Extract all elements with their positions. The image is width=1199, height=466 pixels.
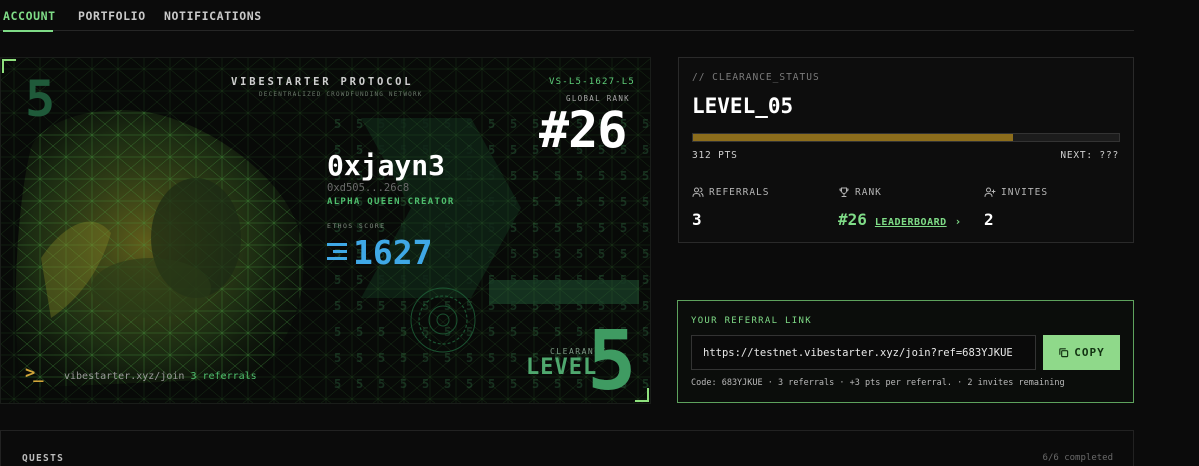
stat-rank: RANK #26 LEADERBOARD › <box>838 186 962 230</box>
clearance-next-level: NEXT: ??? <box>1060 150 1119 161</box>
clearance-status-label: // CLEARANCE_STATUS <box>692 72 820 83</box>
card-protocol-subtitle: DECENTRALIZED CROWDFUNDING NETWORK <box>259 91 423 98</box>
card-corner-bottom-right <box>635 388 649 402</box>
card-corner-top-left <box>2 59 16 73</box>
card-rank-value: #26 <box>539 101 627 159</box>
card-footer-link: vibestarter.xyz/join <box>64 371 185 382</box>
card-role: ALPHA QUEEN CREATOR <box>327 197 455 207</box>
referral-link-panel: YOUR REFERRAL LINK COPY Code: 683YJKUE ·… <box>677 300 1134 403</box>
copy-button[interactable]: COPY <box>1043 335 1120 370</box>
quests-completed-count: 6/6 completed <box>1042 453 1113 463</box>
card-protocol-title: VIBESTARTER PROTOCOL <box>231 76 414 88</box>
stat-invites: INVITES 2 <box>984 186 1049 230</box>
copy-button-label: COPY <box>1074 346 1105 359</box>
stat-referrals-label: REFERRALS <box>709 186 770 198</box>
tab-notifications[interactable]: NOTIFICATIONS <box>164 0 262 31</box>
card-handle: 0xjayn3 <box>327 149 446 182</box>
stat-invites-label: INVITES <box>1001 186 1049 198</box>
clearance-points: 312 PTS <box>692 150 738 161</box>
referral-link-title: YOUR REFERRAL LINK <box>691 316 812 326</box>
clearance-id-card: 5 5 VIBESTARTER PRO <box>0 57 651 404</box>
card-level-big: 5 <box>587 314 637 404</box>
trophy-icon <box>839 187 849 197</box>
stat-referrals-value: 3 <box>692 210 702 229</box>
stat-invites-value: 2 <box>984 210 994 229</box>
clearance-progress-bar <box>692 133 1120 142</box>
stat-rank-value: #26 <box>838 210 867 229</box>
card-footer: vibestarter.xyz/join 3 referrals <box>64 371 257 382</box>
chevron-right-icon[interactable]: › <box>955 215 962 228</box>
card-footer-referrals: 3 referrals <box>190 371 257 382</box>
card-level-digit: 5 <box>25 70 56 128</box>
ethos-score-value: 1627 <box>353 233 433 272</box>
leaderboard-link[interactable]: LEADERBOARD <box>875 217 947 228</box>
users-icon <box>692 187 704 197</box>
clearance-level: LEVEL_05 <box>692 94 794 118</box>
quests-title: QUESTS <box>22 453 65 464</box>
clearance-progress-fill <box>693 134 1013 141</box>
terminal-prompt-icon: >_ <box>25 363 44 383</box>
ethos-icon <box>327 243 347 261</box>
tab-portfolio[interactable]: PORTFOLIO <box>78 0 146 31</box>
quests-section: QUESTS 6/6 completed <box>0 430 1134 466</box>
copy-icon <box>1059 348 1069 358</box>
clearance-status-panel: // CLEARANCE_STATUS LEVEL_05 312 PTS NEX… <box>678 57 1134 243</box>
stat-referrals: REFERRALS 3 <box>692 186 770 230</box>
card-id-code: VS-L5-1627-L5 <box>549 77 636 87</box>
user-plus-icon <box>984 187 996 197</box>
stat-rank-label: RANK <box>855 186 882 198</box>
referral-link-input[interactable] <box>691 335 1036 370</box>
referral-meta: Code: 683YJKUE · 3 referrals · +3 pts pe… <box>691 378 1065 388</box>
tab-bar: ACCOUNT PORTFOLIO NOTIFICATIONS <box>0 0 1134 32</box>
ethos-score-label: ETHOS SCORE <box>327 222 386 230</box>
card-wallet-address: 0xd505...26c8 <box>327 182 410 194</box>
tab-account[interactable]: ACCOUNT <box>3 0 55 32</box>
